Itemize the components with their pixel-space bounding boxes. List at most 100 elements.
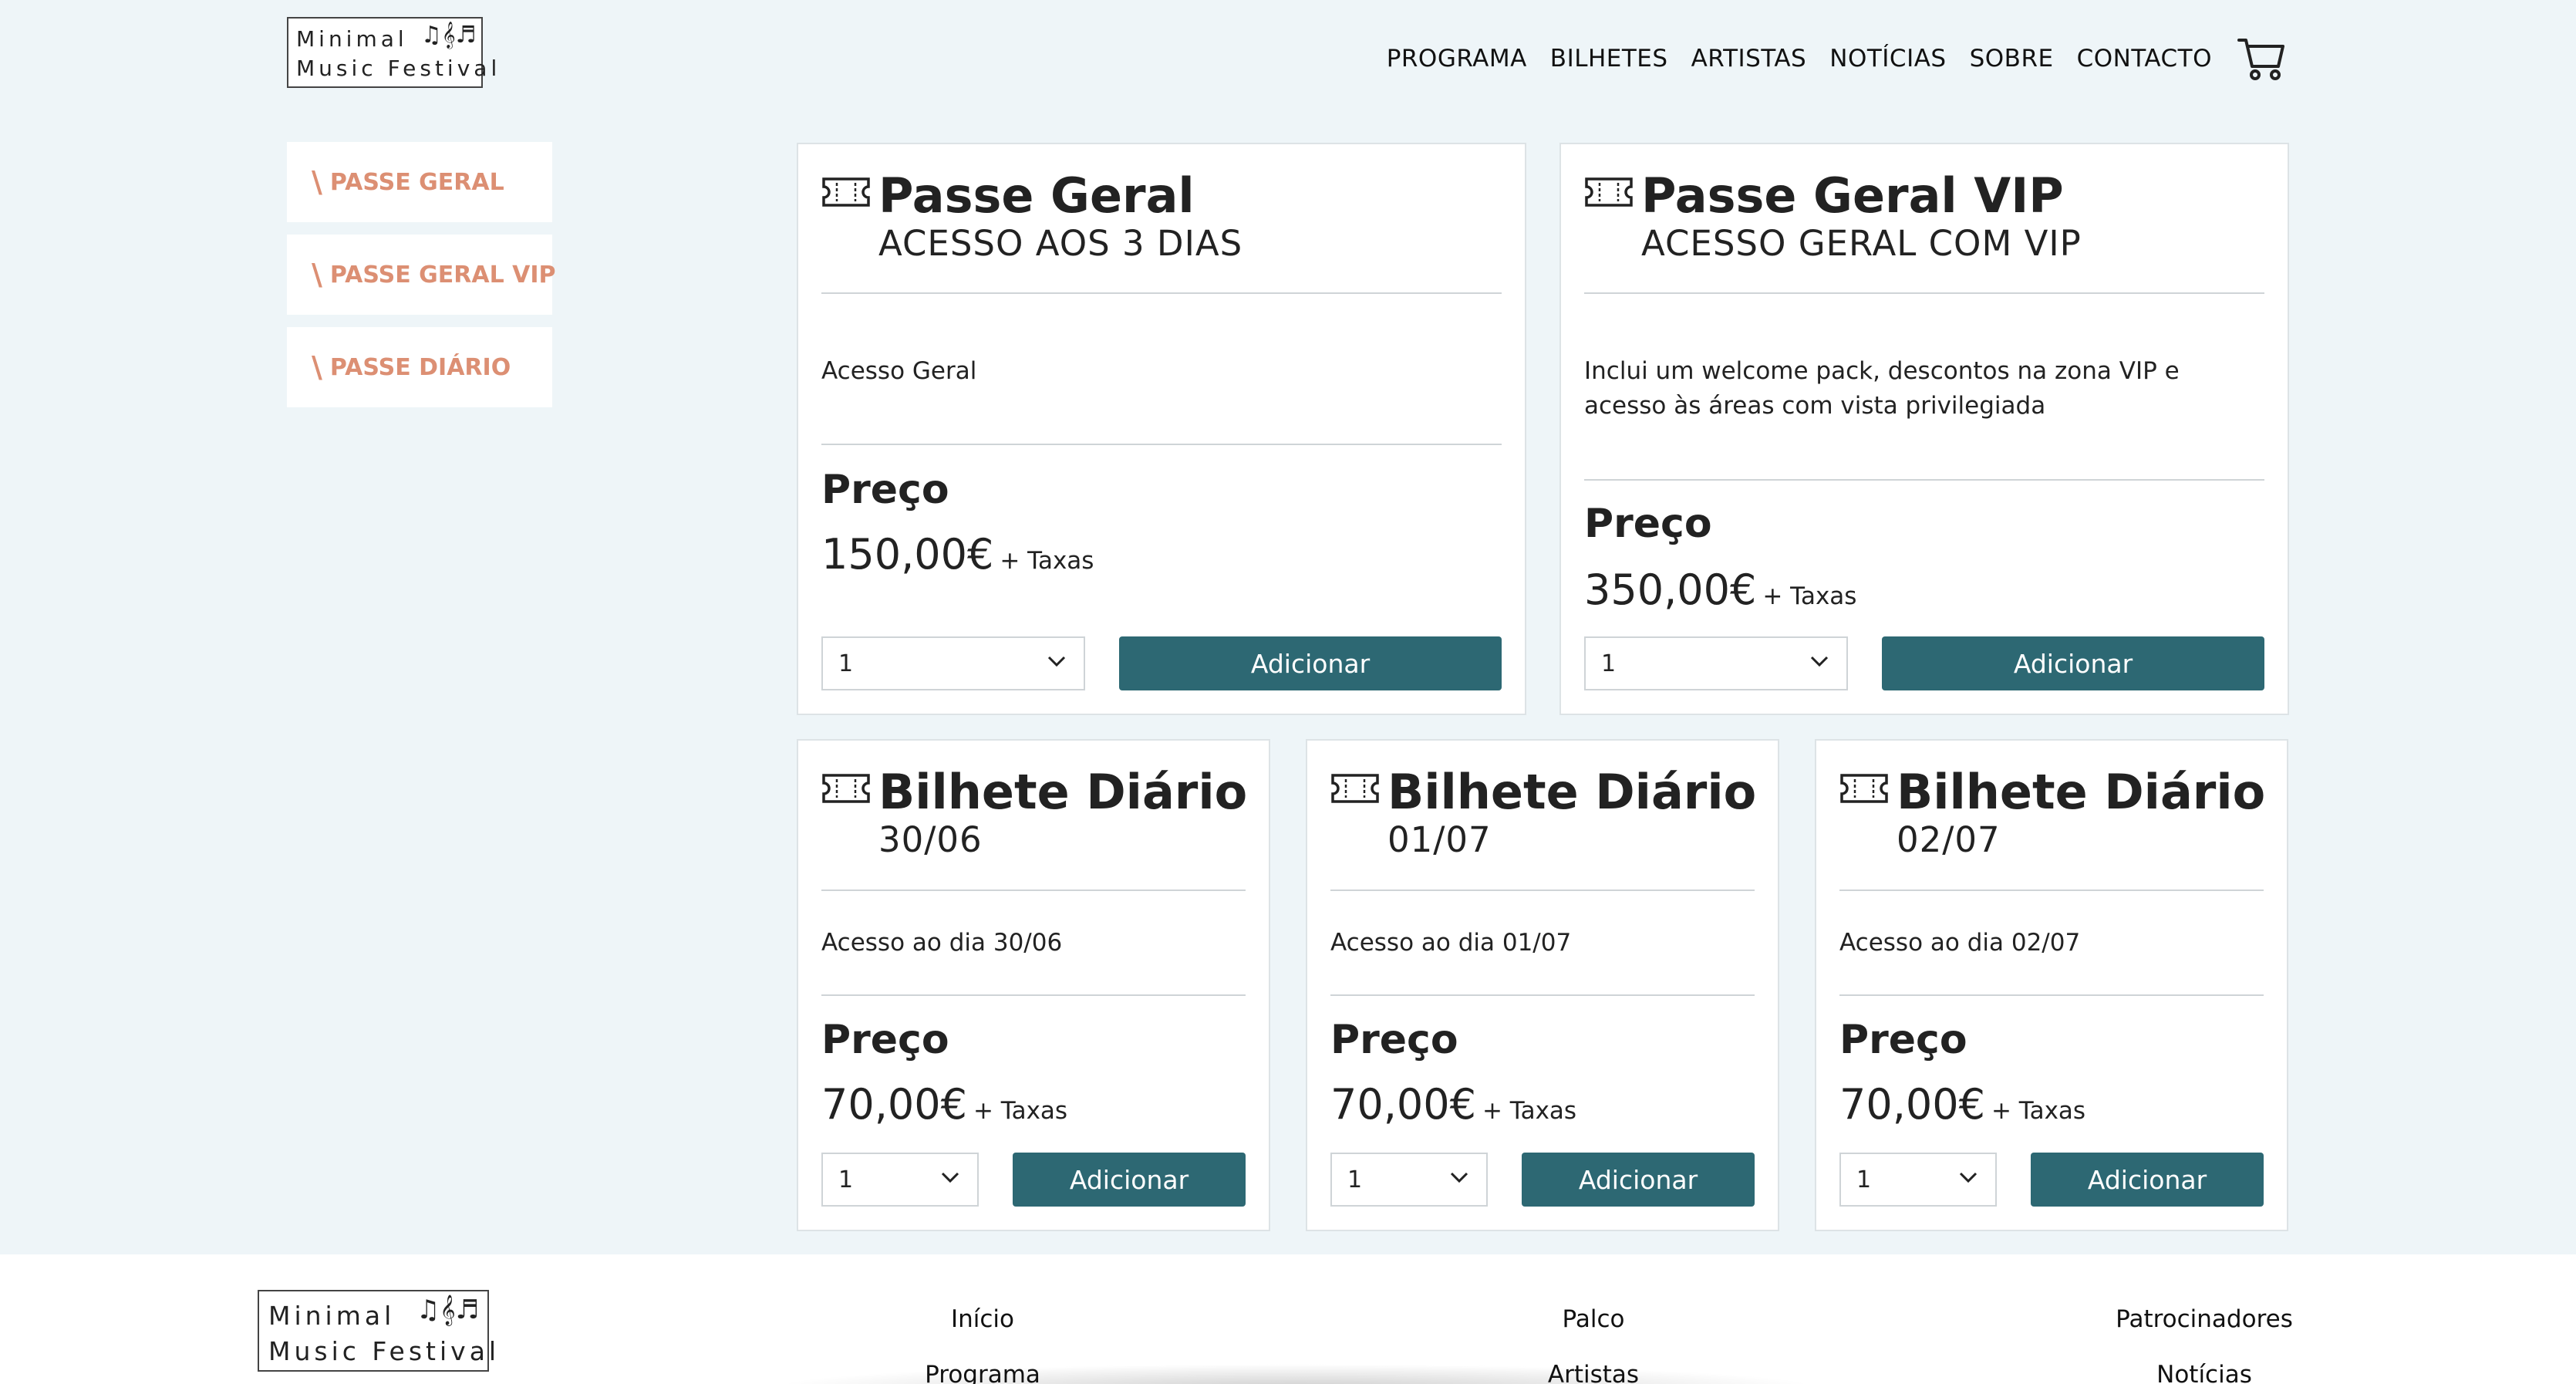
add-to-cart-button[interactable]: Adicionar [1522,1153,1755,1207]
sidebar-item-passe-geral[interactable]: \ PASSE GERAL [287,142,552,222]
ticket-icon [1585,177,1633,207]
sidebar-item-passe-diario[interactable]: \ PASSE DIÁRIO [287,327,552,407]
ticket-price: 70,00€ + Taxas [1839,1080,2085,1129]
logo-line-2: Music Festival [268,1336,501,1366]
ticket-title: Bilhete Diário [1387,764,1757,820]
slash-icon: \ [312,165,322,199]
divider [821,994,1246,996]
footer-link-programa[interactable]: Programa [925,1361,1040,1384]
logo-line-1: Minimal [268,1301,396,1331]
price-tax: + Taxas [1762,582,1857,610]
chevron-down-icon [1047,656,1066,667]
cart-icon[interactable] [2237,35,2286,82]
ticket-description: Acesso ao dia 01/07 [1330,929,1572,957]
quantity-select[interactable]: 1 [1584,636,1848,690]
ticket-title: Bilhete Diário [878,764,1248,820]
ticket-subtitle: 02/07 [1897,819,2001,860]
price-tax: + Taxas [1000,547,1094,575]
nav-noticias[interactable]: NOTÍCIAS [1829,45,1946,73]
footer: Minimal Music Festival ♫𝄞♬ Início Progra… [0,1254,2576,1384]
footer-link-noticias[interactable]: Notícias [2156,1361,2252,1384]
divider [821,292,1502,294]
ticket-subtitle: ACESSO AOS 3 DIAS [878,223,1243,264]
price-amount: 70,00€ [821,1080,967,1129]
quantity-value: 1 [1347,1166,1363,1193]
nav-sobre[interactable]: SOBRE [1970,45,2054,73]
ticket-card-bilhete-diario-0207: Bilhete Diário 02/07 Acesso ao dia 02/07… [1815,739,2288,1231]
chevron-down-icon [1810,656,1829,667]
price-amount: 350,00€ [1584,565,1757,614]
divider [821,889,1246,891]
nav-programa[interactable]: PROGRAMA [1387,45,1527,73]
sidebar-item-label: PASSE DIÁRIO [329,353,511,381]
ticket-price: 70,00€ + Taxas [1330,1080,1576,1129]
sidebar-item-label: PASSE GERAL VIP [329,261,556,289]
add-to-cart-button[interactable]: Adicionar [1882,636,2264,690]
price-amount: 70,00€ [1839,1080,1985,1129]
nav-artistas[interactable]: ARTISTAS [1691,45,1807,73]
price-label: Preço [1839,1017,1967,1063]
chevron-down-icon [1959,1172,1978,1183]
ticket-subtitle: ACESSO GERAL COM VIP [1641,223,2082,264]
ticket-price: 150,00€ + Taxas [821,530,1094,579]
quantity-select[interactable]: 1 [821,636,1085,690]
logo-line-1: Minimal [296,26,408,52]
divider [1839,889,2264,891]
quantity-value: 1 [838,1166,854,1193]
footer-link-palco[interactable]: Palco [1563,1305,1625,1333]
price-label: Preço [1584,501,1712,547]
sidebar-item-label: PASSE GERAL [329,168,504,196]
price-label: Preço [1330,1017,1458,1063]
add-to-cart-button[interactable]: Adicionar [2031,1153,2264,1207]
quantity-select[interactable]: 1 [1839,1153,1997,1207]
divider [1839,994,2264,996]
price-amount: 150,00€ [821,530,994,579]
add-to-cart-button[interactable]: Adicionar [1119,636,1502,690]
quantity-select[interactable]: 1 [821,1153,979,1207]
divider [1584,479,2264,481]
footer-link-inicio[interactable]: Início [951,1305,1014,1333]
ticket-price: 70,00€ + Taxas [821,1080,1067,1129]
add-to-cart-button[interactable]: Adicionar [1013,1153,1246,1207]
ticket-card-passe-geral-vip: Passe Geral VIP ACESSO GERAL COM VIP Inc… [1559,143,2289,715]
ticket-icon [1331,774,1379,803]
music-notes-icon: ♫𝄞♬ [421,22,477,49]
nav-bilhetes[interactable]: BILHETES [1550,45,1668,73]
ticket-title: Passe Geral [878,167,1195,224]
ticket-description: Acesso ao dia 30/06 [821,929,1063,957]
divider [821,444,1502,445]
ticket-icon [822,177,870,207]
slash-icon: \ [312,350,322,384]
ticket-card-bilhete-diario-0107: Bilhete Diário 01/07 Acesso ao dia 01/07… [1306,739,1779,1231]
quantity-value: 1 [1601,650,1617,677]
price-label: Preço [821,467,949,513]
ticket-card-passe-geral: Passe Geral ACESSO AOS 3 DIAS Acesso Ger… [797,143,1526,715]
price-label: Preço [821,1017,949,1063]
footer-link-patrocinadores[interactable]: Patrocinadores [2116,1305,2293,1333]
footer-link-artistas[interactable]: Artistas [1548,1361,1639,1384]
ticket-description: Inclui um welcome pack, descontos na zon… [1584,357,2180,420]
ticket-card-bilhete-diario-3006: Bilhete Diário 30/06 Acesso ao dia 30/06… [797,739,1270,1231]
ticket-icon [822,774,870,803]
chevron-down-icon [941,1172,959,1183]
footer-logo[interactable]: Minimal Music Festival ♫𝄞♬ [258,1290,496,1372]
ticket-description: Acesso Geral [821,357,977,385]
ticket-description: Acesso ao dia 02/07 [1839,929,2081,957]
quantity-value: 1 [1856,1166,1872,1193]
main-nav: PROGRAMA BILHETES ARTISTAS NOTÍCIAS SOBR… [1364,35,2286,82]
music-notes-icon: ♫𝄞♬ [416,1295,480,1325]
chevron-down-icon [1450,1172,1468,1183]
sidebar-item-passe-geral-vip[interactable]: \ PASSE GERAL VIP [287,235,556,315]
quantity-value: 1 [838,650,854,677]
ticket-subtitle: 01/07 [1387,819,1492,860]
ticket-title: Bilhete Diário [1897,764,2266,820]
festival-logo[interactable]: Minimal Music Festival ♫𝄞♬ [287,17,497,88]
nav-contacto[interactable]: CONTACTO [2077,45,2212,73]
slash-icon: \ [312,258,322,292]
ticket-title: Passe Geral VIP [1641,167,2064,224]
quantity-select[interactable]: 1 [1330,1153,1488,1207]
price-tax: + Taxas [973,1097,1068,1125]
page: Minimal Music Festival ♫𝄞♬ PROGRAMA BILH… [0,0,2576,1384]
price-tax: + Taxas [1482,1097,1577,1125]
ticket-subtitle: 30/06 [878,819,983,860]
